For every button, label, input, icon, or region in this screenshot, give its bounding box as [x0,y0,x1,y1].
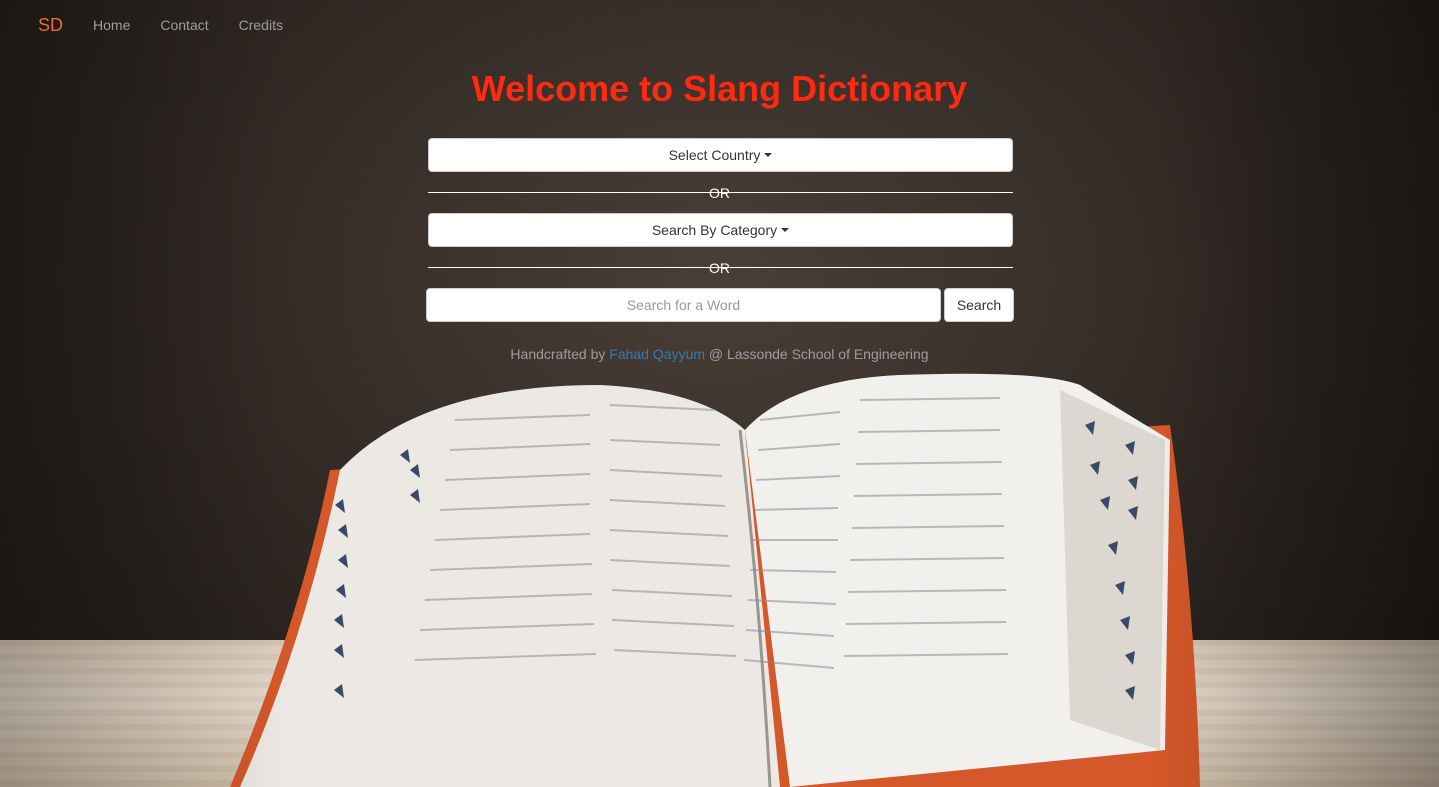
word-search-input[interactable] [426,288,941,322]
or-label: OR [709,260,730,276]
caret-down-icon [764,153,773,157]
select-country-dropdown[interactable]: Select Country [428,138,1013,172]
select-country-label: Select Country [668,147,761,163]
category-label: Search By Category [651,222,778,238]
navbar: SD Home Contact Credits [0,0,1439,50]
brand-logo[interactable]: SD [38,15,63,36]
caret-down-icon [781,228,790,232]
footer-credit: Handcrafted by Fahad Qayyum @ Lassonde S… [0,346,1439,362]
or-separator: OR [0,186,1439,200]
footer-suffix: @ Lassonde School of Engineering [708,346,929,362]
page-title: Welcome to Slang Dictionary [471,68,968,109]
footer-prefix: Handcrafted by [510,346,606,362]
nav-home[interactable]: Home [93,17,130,33]
or-label: OR [709,185,730,201]
author-link[interactable]: Fahad Qayyum [609,346,705,362]
nav-contact[interactable]: Contact [160,17,208,33]
nav-credits[interactable]: Credits [239,17,283,33]
vignette-overlay [0,0,1439,787]
search-by-category-dropdown[interactable]: Search By Category [428,213,1013,247]
search-button[interactable]: Search [944,288,1014,322]
or-separator: OR [0,261,1439,275]
